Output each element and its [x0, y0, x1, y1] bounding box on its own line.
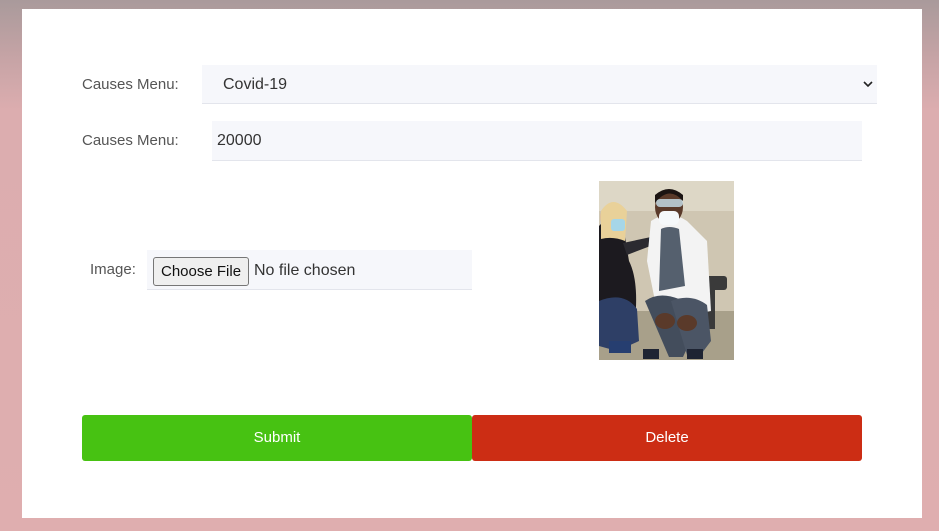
amount-label: Causes Menu: — [82, 132, 179, 149]
file-status-text: No file chosen — [254, 262, 356, 279]
form-card: Causes Menu: Covid-19 Causes Menu: 20000… — [22, 9, 922, 518]
image-label: Image: — [90, 261, 136, 278]
amount-input-value: 20000 — [217, 132, 262, 149]
submit-button[interactable]: Submit — [82, 415, 472, 461]
cause-select-value: Covid-19 — [223, 76, 288, 93]
amount-input[interactable]: 20000 — [212, 121, 862, 161]
chevron-down-icon — [863, 81, 873, 88]
delete-button[interactable]: Delete — [472, 415, 862, 461]
image-file-input[interactable]: Choose File No file chosen — [147, 250, 472, 290]
choose-file-button[interactable]: Choose File — [153, 257, 250, 286]
cause-label: Causes Menu: — [82, 76, 179, 93]
cause-select[interactable]: Covid-19 — [202, 65, 877, 104]
cause-image-preview — [599, 181, 734, 360]
